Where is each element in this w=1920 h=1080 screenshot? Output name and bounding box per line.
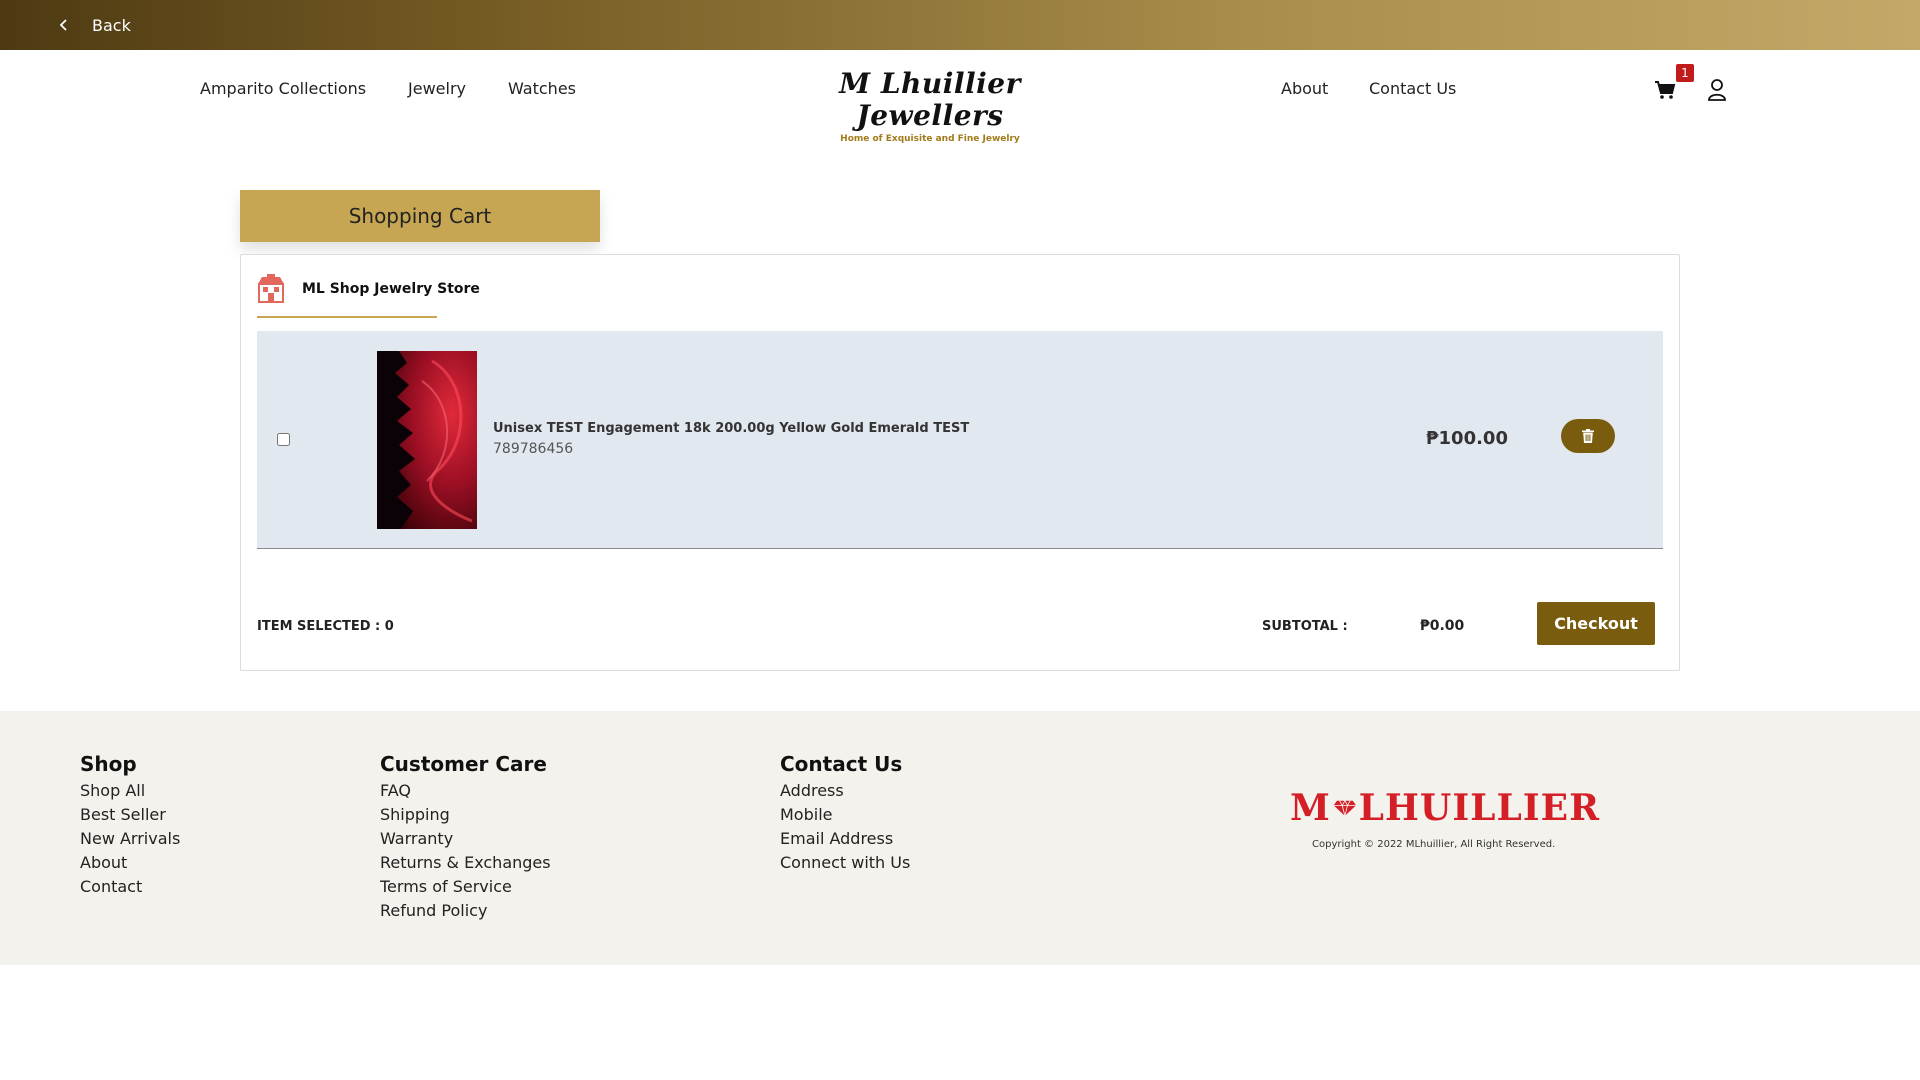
store-name: ML Shop Jewelry Store (302, 281, 480, 297)
footer-shop-heading: Shop (80, 752, 137, 776)
cart-button[interactable] (1654, 80, 1676, 104)
footer-shop-column: Shop Shop All Best Seller New Arrivals A… (80, 752, 180, 899)
shopping-cart-title: Shopping Cart (240, 190, 600, 242)
back-button[interactable]: Back (56, 16, 131, 35)
nav-amparito-collections[interactable]: Amparito Collections (200, 79, 366, 98)
nav-watches[interactable]: Watches (508, 79, 576, 98)
store-icon (258, 274, 284, 303)
footer-contact-heading: Contact Us (780, 752, 903, 776)
top-bar: Back (0, 0, 1920, 50)
account-button[interactable] (1707, 78, 1727, 106)
item-sku: 789786456 (493, 441, 574, 457)
footer-link-warranty[interactable]: Warranty (380, 827, 551, 851)
item-name[interactable]: Unisex TEST Engagement 18k 200.00g Yello… (493, 421, 969, 436)
nav-contact-us[interactable]: Contact Us (1369, 79, 1456, 98)
footer-link-mobile[interactable]: Mobile (780, 803, 910, 827)
footer-link-faq[interactable]: FAQ (380, 779, 551, 803)
copyright-text: Copyright © 2022 MLhuillier, All Right R… (1312, 839, 1556, 850)
cart-count-badge: 1 (1676, 64, 1694, 82)
footer-link-returns[interactable]: Returns & Exchanges (380, 851, 551, 875)
store-underline (257, 316, 437, 318)
nav-jewelry[interactable]: Jewelry (408, 79, 466, 98)
footer-link-terms[interactable]: Terms of Service (380, 875, 551, 899)
item-select-checkbox[interactable] (277, 433, 290, 446)
product-image (377, 351, 477, 529)
logo-tagline: Home of Exquisite and Fine Jewelry (840, 134, 1020, 144)
footer-link-best-seller[interactable]: Best Seller (80, 803, 180, 827)
footer-link-email[interactable]: Email Address (780, 827, 910, 851)
subtotal-label: SUBTOTAL : (1262, 619, 1348, 634)
subtotal-value: ₱0.00 (1420, 618, 1465, 634)
back-label: Back (92, 15, 131, 35)
logo-wordmark: M Lhuillier Jewellers (770, 68, 1090, 132)
footer-link-contact[interactable]: Contact (80, 875, 180, 899)
footer-link-shipping[interactable]: Shipping (380, 803, 551, 827)
store-header: ML Shop Jewelry Store (256, 274, 480, 304)
footer-care-column: Customer Care FAQ Shipping Warranty Retu… (380, 752, 551, 923)
nav-about[interactable]: About (1281, 79, 1328, 98)
item-price: ₱100.00 (1426, 428, 1508, 449)
logo-text: M Lhuillier Jewellers (839, 67, 1021, 132)
footer-link-new-arrivals[interactable]: New Arrivals (80, 827, 180, 851)
chevron-left-icon (59, 19, 67, 31)
footer-brand-logo: M LHUILLIER (1290, 788, 1600, 828)
user-icon (1708, 79, 1726, 101)
footer-link-address[interactable]: Address (780, 779, 910, 803)
diamond-icon (1333, 799, 1356, 817)
cart-icon (1655, 81, 1676, 99)
delete-item-button[interactable] (1561, 419, 1615, 453)
footer-link-shop-all[interactable]: Shop All (80, 779, 180, 803)
footer-link-refund[interactable]: Refund Policy (380, 899, 551, 923)
items-selected-count: ITEM SELECTED : 0 (257, 619, 394, 634)
brand-logo[interactable]: M Lhuillier Jewellers Home of Exquisite … (770, 68, 1090, 145)
footer-link-connect[interactable]: Connect with Us (780, 851, 910, 875)
trash-icon (1582, 429, 1594, 443)
checkout-button[interactable]: Checkout (1537, 602, 1655, 645)
footer-link-about[interactable]: About (80, 851, 180, 875)
footer (0, 711, 1920, 965)
footer-care-heading: Customer Care (380, 752, 547, 776)
footer-contact-column: Contact Us Address Mobile Email Address … (780, 752, 910, 875)
footer-logo-text: LHUILLIER (1358, 787, 1600, 829)
footer-logo-initial: M (1290, 787, 1331, 829)
